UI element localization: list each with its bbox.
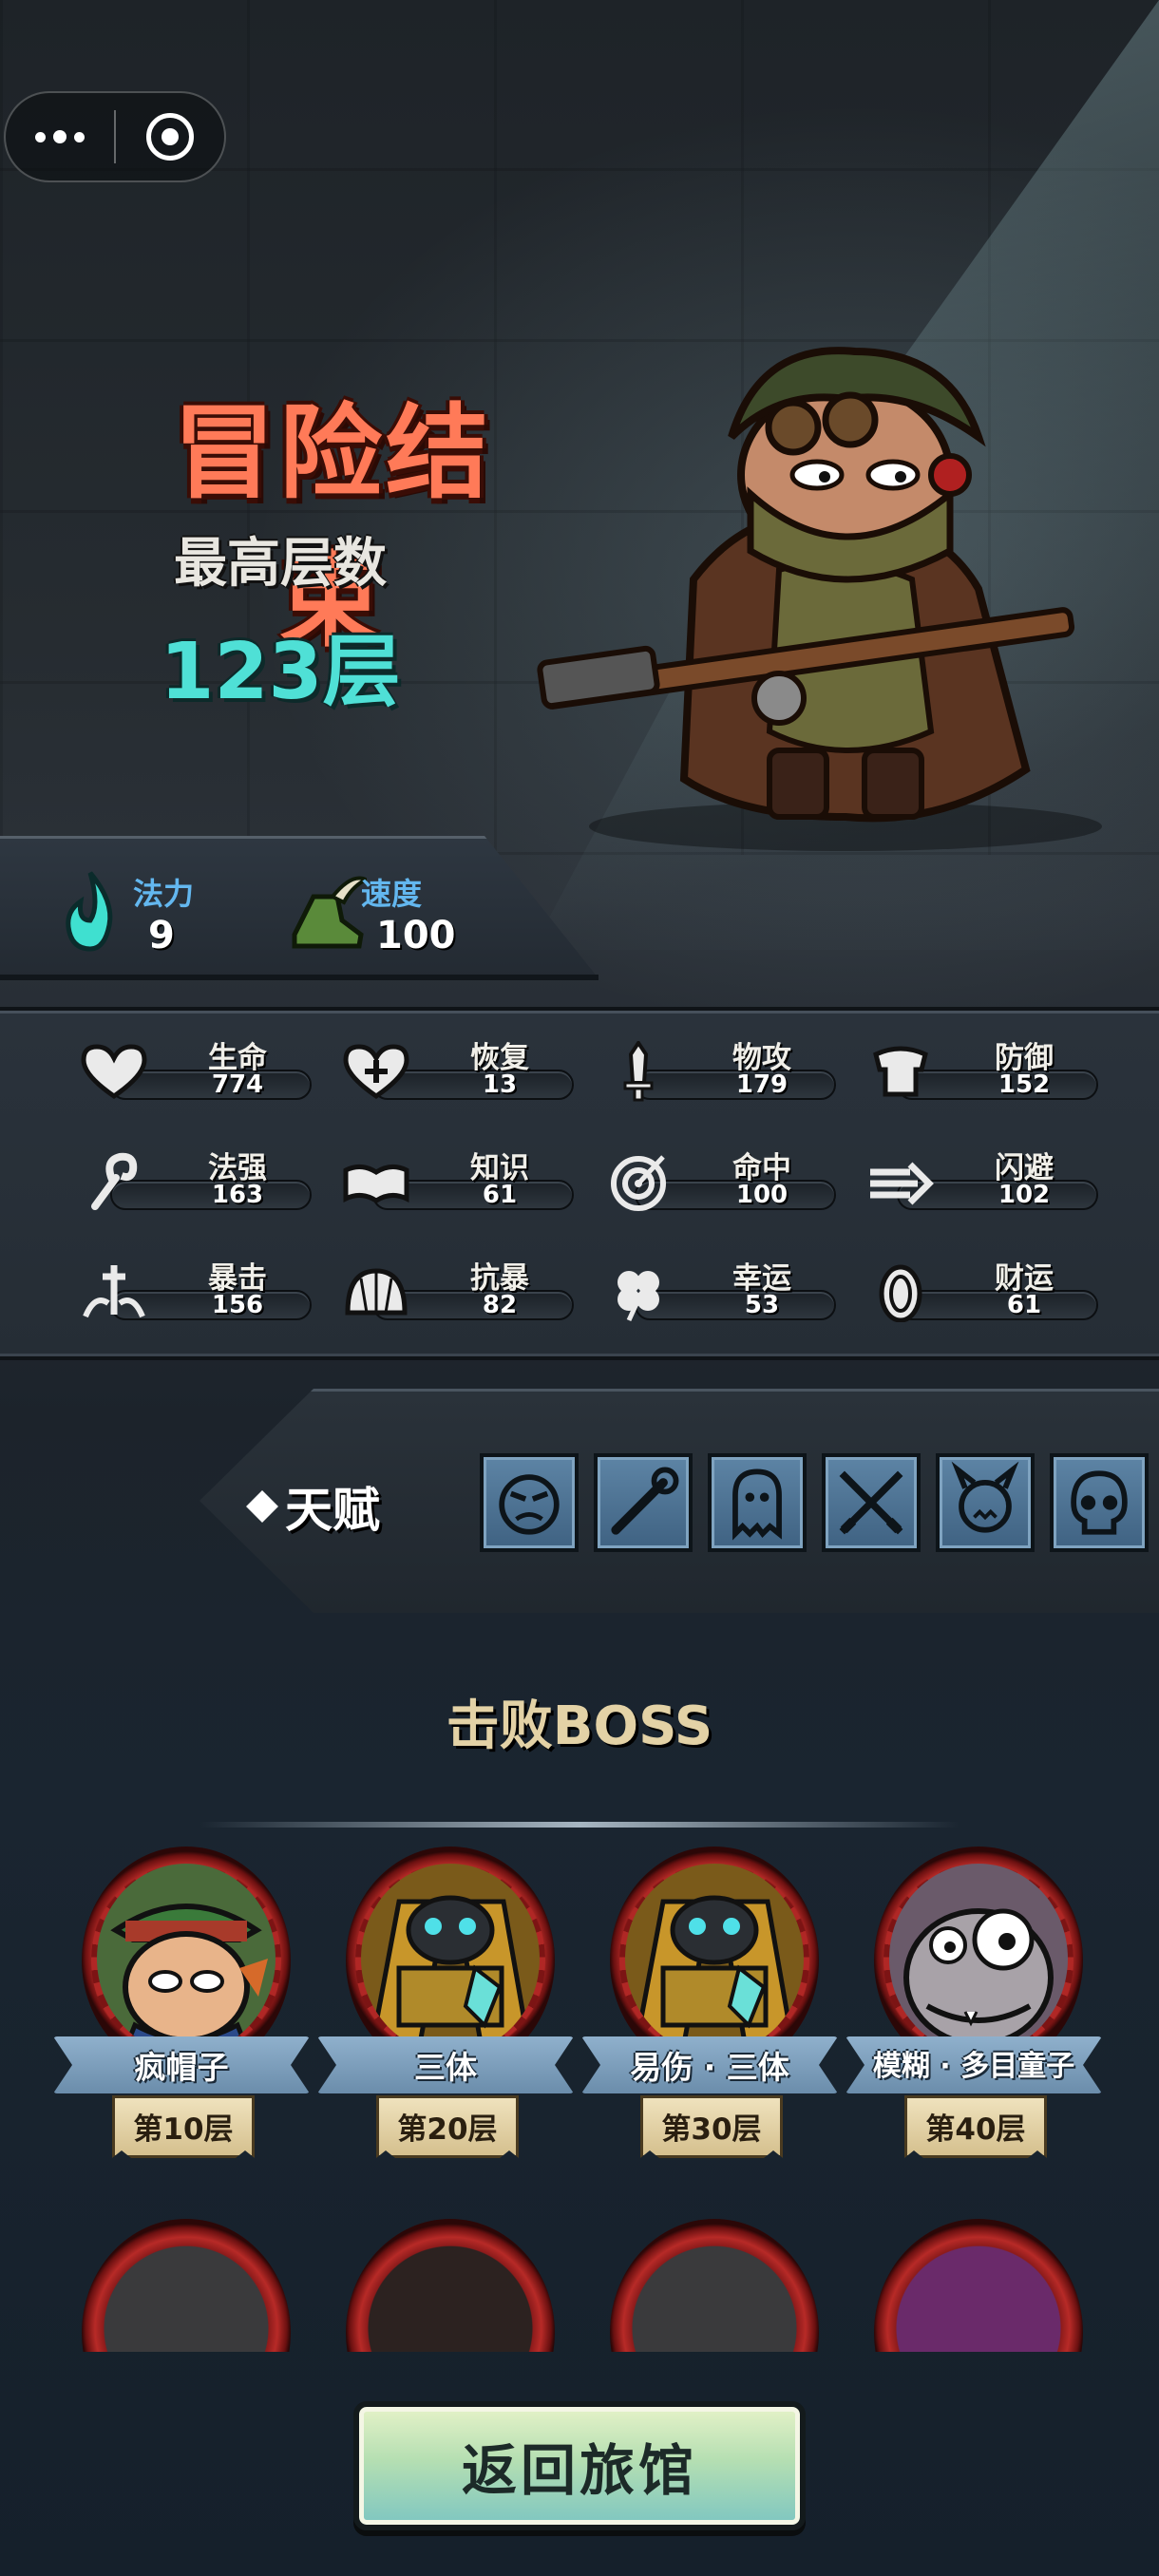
defeated-boss-title: 击败BOSS: [446, 1695, 713, 1757]
stat-knowledge: 知识 61: [338, 1142, 576, 1210]
stat-dodge: 闪避 102: [863, 1142, 1100, 1210]
winged-boot-icon: [292, 876, 367, 949]
shell-icon: [345, 1268, 408, 1316]
hero-character-illustration: [537, 347, 1102, 851]
boss-portrait-trisolaris: [361, 1864, 540, 2054]
boss-divider: [200, 1822, 960, 1828]
stat-value: 102: [998, 1181, 1051, 1209]
boss-floor: 第40层: [925, 2112, 1026, 2147]
stat-crit: 暴击 156: [76, 1252, 314, 1320]
talent-staff-icon[interactable]: [594, 1453, 693, 1552]
talent-ghost-icon[interactable]: [708, 1453, 807, 1552]
return-to-inn-button[interactable]: 返回旅馆: [353, 2401, 806, 2530]
max-floor-value: 123层: [160, 627, 401, 717]
plate-edge: [0, 975, 598, 980]
stat-defense: 防御 152: [863, 1032, 1100, 1100]
boss-floor: 第30层: [661, 2112, 762, 2147]
talent-heading: 天赋: [246, 1472, 380, 1541]
boss-floor: 第10层: [133, 2112, 234, 2147]
mana-label: 法力: [133, 876, 195, 912]
boss-floor: 第20层: [397, 2112, 498, 2147]
speed-stat: 速度 100: [285, 864, 513, 959]
heart-plus-icon: [343, 1044, 409, 1100]
boss-name: 模糊 · 多目童子: [872, 2050, 1075, 2083]
talent-skull-icon[interactable]: [1050, 1453, 1149, 1552]
stat-value: 156: [211, 1291, 264, 1319]
boss-card[interactable]: 模糊 · 多目童子 第40层: [846, 1847, 1102, 2169]
boss-medal-partial[interactable]: [82, 2219, 291, 2352]
boss-medal-partial[interactable]: [874, 2219, 1083, 2352]
talent-crossed-swords-icon[interactable]: [822, 1453, 921, 1552]
stat-fortune: 财运 61: [863, 1252, 1100, 1322]
speed-value: 100: [376, 914, 456, 957]
max-floor-label: 最高层数: [174, 533, 387, 595]
stat-value: 100: [735, 1181, 788, 1209]
boss-card[interactable]: 疯帽子 第10层: [53, 1847, 310, 2169]
stat-regen: 恢复 13: [338, 1032, 576, 1100]
boss-name: 易伤 · 三体: [630, 2049, 789, 2086]
stat-value: 13: [482, 1070, 518, 1099]
speed-label: 速度: [361, 876, 423, 912]
stat-value: 61: [1006, 1291, 1042, 1319]
boss-name: 三体: [414, 2049, 477, 2086]
talent-angry-face-icon[interactable]: [480, 1453, 579, 1552]
coin-icon: [879, 1264, 922, 1322]
stat-attack: 物攻 179: [600, 1032, 838, 1102]
stat-value: 774: [211, 1070, 264, 1099]
stat-value: 152: [998, 1070, 1051, 1099]
flame-icon: [66, 871, 113, 952]
boss-card[interactable]: 易伤 · 三体 第30层: [581, 1847, 838, 2169]
clover-icon: [618, 1271, 659, 1322]
talent-label: 天赋: [285, 1483, 380, 1538]
stat-luck: 幸运 53: [600, 1252, 838, 1322]
talent-demon-icon[interactable]: [936, 1453, 1035, 1552]
staff-icon: [91, 1152, 138, 1210]
stat-accuracy: 命中 100: [600, 1142, 838, 1211]
game-screen: 冒险结束 最高层数 123层 法力 9 速度 100 生命 774 恢复 13 …: [0, 0, 1159, 2576]
stat-value: 82: [482, 1291, 518, 1319]
stat-value: 163: [211, 1181, 264, 1209]
heart-icon: [81, 1044, 147, 1100]
boss-portrait-mad-hatter: [97, 1864, 276, 2054]
crit-icon: [83, 1265, 145, 1318]
close-target-icon[interactable]: [116, 93, 224, 180]
miniprogram-capsule: [4, 91, 226, 182]
boss-card[interactable]: 三体 第20层: [317, 1847, 574, 2169]
sword-icon: [623, 1041, 654, 1102]
book-icon: [343, 1165, 409, 1203]
boss-medal-partial[interactable]: [610, 2219, 819, 2352]
target-icon: [611, 1155, 666, 1211]
dash-icon: [870, 1162, 934, 1205]
boss-name: 疯帽子: [134, 2049, 229, 2086]
boss-list-row-2: [0, 2219, 1159, 2352]
more-menu-icon[interactable]: [6, 93, 114, 180]
stat-crit-resist: 抗暴 82: [338, 1252, 576, 1320]
boss-portrait-many-eyed-child: [889, 1864, 1068, 2054]
stat-value: 53: [744, 1291, 780, 1319]
armor-icon: [873, 1046, 928, 1097]
stat-value: 179: [735, 1070, 788, 1099]
diamond-icon: [246, 1490, 278, 1523]
mana-value: 9: [148, 914, 175, 957]
stat-value: 61: [482, 1181, 518, 1209]
stat-magic-power: 法强 163: [76, 1142, 314, 1210]
mana-stat: 法力 9: [57, 864, 285, 959]
return-to-inn-label: 返回旅馆: [461, 2438, 697, 2503]
boss-portrait-trisolaris-vulnerable: [625, 1864, 804, 2054]
boss-medal-partial[interactable]: [346, 2219, 555, 2352]
stat-hp: 生命 774: [76, 1032, 314, 1100]
